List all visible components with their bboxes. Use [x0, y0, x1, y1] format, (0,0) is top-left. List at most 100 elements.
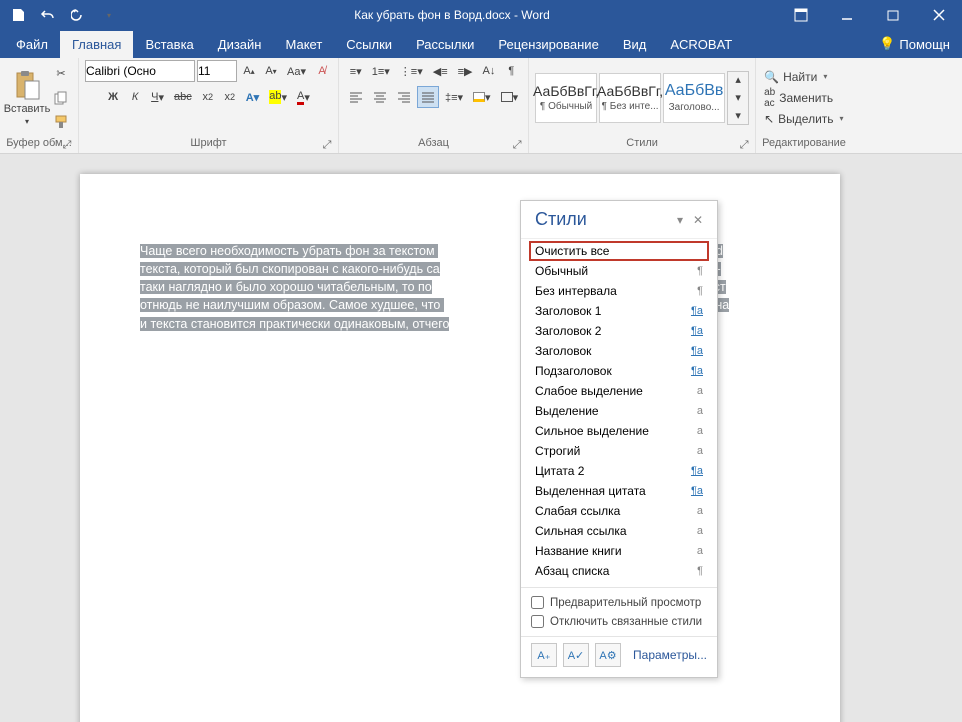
styles-gallery[interactable]: АаБбВвГг,¶ Обычный АаБбВвГг,¶ Без инте..… [535, 71, 749, 125]
tell-me-label: Помощн [899, 37, 950, 52]
style-item-6[interactable]: Подзаголовок¶a [529, 361, 709, 381]
copy-icon[interactable] [50, 87, 72, 109]
disable-linked-checkbox[interactable]: Отключить связанные стили [531, 615, 707, 628]
multilevel-icon[interactable]: ⋮≡▾ [396, 60, 427, 82]
style-item-13[interactable]: Слабая ссылкаa [529, 501, 709, 521]
minimize-icon[interactable] [824, 0, 870, 30]
select-button[interactable]: ↖Выделить▾ [764, 112, 843, 126]
maximize-icon[interactable] [870, 0, 916, 30]
align-right-icon[interactable] [393, 86, 415, 108]
italic-icon[interactable]: К [125, 86, 145, 108]
shading-icon[interactable]: ▾ [469, 86, 495, 108]
font-size-combo[interactable] [197, 60, 237, 82]
styles-scroll-up-icon[interactable]: ▴ [728, 72, 748, 88]
highlight-icon[interactable]: ab▾ [265, 86, 291, 108]
group-styles-label: Стили⤢ [535, 135, 749, 153]
save-icon[interactable] [6, 3, 30, 27]
tab-home[interactable]: Главная [60, 31, 133, 58]
style-item-0[interactable]: Очистить все [529, 241, 709, 261]
justify-icon[interactable] [417, 86, 439, 108]
style-inspector-icon[interactable]: A✓ [563, 643, 589, 667]
style-normal[interactable]: АаБбВвГг,¶ Обычный [535, 73, 597, 123]
new-style-icon[interactable]: A₊ [531, 643, 557, 667]
increase-indent-icon[interactable]: ≡▶ [454, 60, 477, 82]
line-spacing-icon[interactable]: ‡≡▾ [441, 86, 467, 108]
qat-customize-icon[interactable] [96, 3, 120, 27]
tab-view[interactable]: Вид [611, 31, 659, 58]
clear-formatting-icon[interactable]: A̸ [312, 60, 332, 82]
undo-icon[interactable] [36, 3, 60, 27]
bullets-icon[interactable]: ≡▾ [346, 60, 366, 82]
pane-options-icon[interactable]: ▾ [671, 213, 689, 227]
paste-button[interactable]: Вставить ▾ [6, 65, 48, 130]
styles-scroll-down-icon[interactable]: ▾ [728, 90, 748, 106]
style-item-11[interactable]: Цитата 2¶a [529, 461, 709, 481]
page[interactable]: Чаще всего необходимость убрать фон за т… [80, 174, 840, 722]
align-left-icon[interactable] [345, 86, 367, 108]
tab-review[interactable]: Рецензирование [486, 31, 610, 58]
group-editing: 🔍Найти▾ abacЗаменить ↖Выделить▾ Редактир… [756, 58, 852, 153]
style-item-14[interactable]: Сильная ссылкаa [529, 521, 709, 541]
style-item-9[interactable]: Сильное выделениеa [529, 421, 709, 441]
font-name-combo[interactable] [85, 60, 195, 82]
manage-styles-icon[interactable]: A⚙ [595, 643, 621, 667]
style-item-5[interactable]: Заголовок¶a [529, 341, 709, 361]
change-case-icon[interactable]: Aa▾ [283, 60, 310, 82]
sort-icon[interactable]: A↓ [479, 60, 500, 82]
style-item-2[interactable]: Без интервала¶ [529, 281, 709, 301]
tab-mailings[interactable]: Рассылки [404, 31, 486, 58]
close-icon[interactable] [916, 0, 962, 30]
ribbon-display-icon[interactable] [778, 0, 824, 30]
document-area[interactable]: Чаще всего необходимость убрать фон за т… [0, 154, 962, 722]
style-item-8[interactable]: Выделениеa [529, 401, 709, 421]
style-nospacing[interactable]: АаБбВвГг,¶ Без инте... [599, 73, 661, 123]
tab-file[interactable]: Файл [4, 31, 60, 58]
style-item-15[interactable]: Название книгиa [529, 541, 709, 561]
tab-references[interactable]: Ссылки [334, 31, 404, 58]
style-item-3[interactable]: Заголовок 1¶a [529, 301, 709, 321]
borders-icon[interactable]: ▾ [497, 86, 523, 108]
bold-icon[interactable]: Ж [103, 86, 123, 108]
text-effects-icon[interactable]: A▾ [242, 86, 263, 108]
style-item-12[interactable]: Выделенная цитата¶a [529, 481, 709, 501]
font-color-icon[interactable]: A▾ [293, 86, 314, 108]
show-marks-icon[interactable]: ¶ [501, 60, 521, 82]
style-item-1[interactable]: Обычный¶ [529, 261, 709, 281]
group-font-label: Шрифт⤢ [85, 135, 332, 153]
decrease-indent-icon[interactable]: ◀≡ [429, 60, 452, 82]
styles-params-link[interactable]: Параметры... [633, 648, 707, 662]
tell-me[interactable]: 💡 Помощн [867, 30, 962, 58]
find-button[interactable]: 🔍Найти▾ [764, 70, 843, 84]
pane-close-icon[interactable]: ✕ [689, 213, 707, 227]
subscript-icon[interactable]: x2 [198, 86, 218, 108]
style-item-4[interactable]: Заголовок 2¶a [529, 321, 709, 341]
preview-checkbox[interactable]: Предварительный просмотр [531, 596, 707, 609]
numbering-icon[interactable]: 1≡▾ [368, 60, 394, 82]
strikethrough-icon[interactable]: abc [170, 86, 196, 108]
tab-acrobat[interactable]: ACROBAT [658, 31, 744, 58]
styles-launcher-icon[interactable]: ⤢ [739, 139, 749, 149]
replace-button[interactable]: abacЗаменить [764, 87, 843, 109]
superscript-icon[interactable]: x2 [220, 86, 240, 108]
underline-icon[interactable]: Ч▾ [147, 86, 168, 108]
styles-more-icon[interactable]: ▾ [728, 108, 748, 124]
tab-layout[interactable]: Макет [273, 31, 334, 58]
grow-font-icon[interactable]: A▴ [239, 60, 259, 82]
window-title: Как убрать фон в Ворд.docx - Word [126, 8, 778, 22]
style-item-16[interactable]: Абзац списка¶ [529, 561, 709, 581]
shrink-font-icon[interactable]: A▾ [261, 60, 281, 82]
align-center-icon[interactable] [369, 86, 391, 108]
clipboard-launcher-icon[interactable]: ⤢ [62, 139, 72, 149]
format-painter-icon[interactable] [50, 111, 72, 133]
font-launcher-icon[interactable]: ⤢ [322, 139, 332, 149]
cut-icon[interactable]: ✂ [50, 63, 72, 85]
styles-pane-title: Стили [535, 209, 587, 230]
style-item-10[interactable]: Строгийa [529, 441, 709, 461]
group-styles: АаБбВвГг,¶ Обычный АаБбВвГг,¶ Без инте..… [529, 58, 756, 153]
tab-design[interactable]: Дизайн [206, 31, 274, 58]
redo-icon[interactable] [66, 3, 90, 27]
paragraph-launcher-icon[interactable]: ⤢ [512, 139, 522, 149]
style-item-7[interactable]: Слабое выделениеa [529, 381, 709, 401]
tab-insert[interactable]: Вставка [133, 31, 205, 58]
style-heading1[interactable]: АаБбВвЗаголово... [663, 73, 725, 123]
